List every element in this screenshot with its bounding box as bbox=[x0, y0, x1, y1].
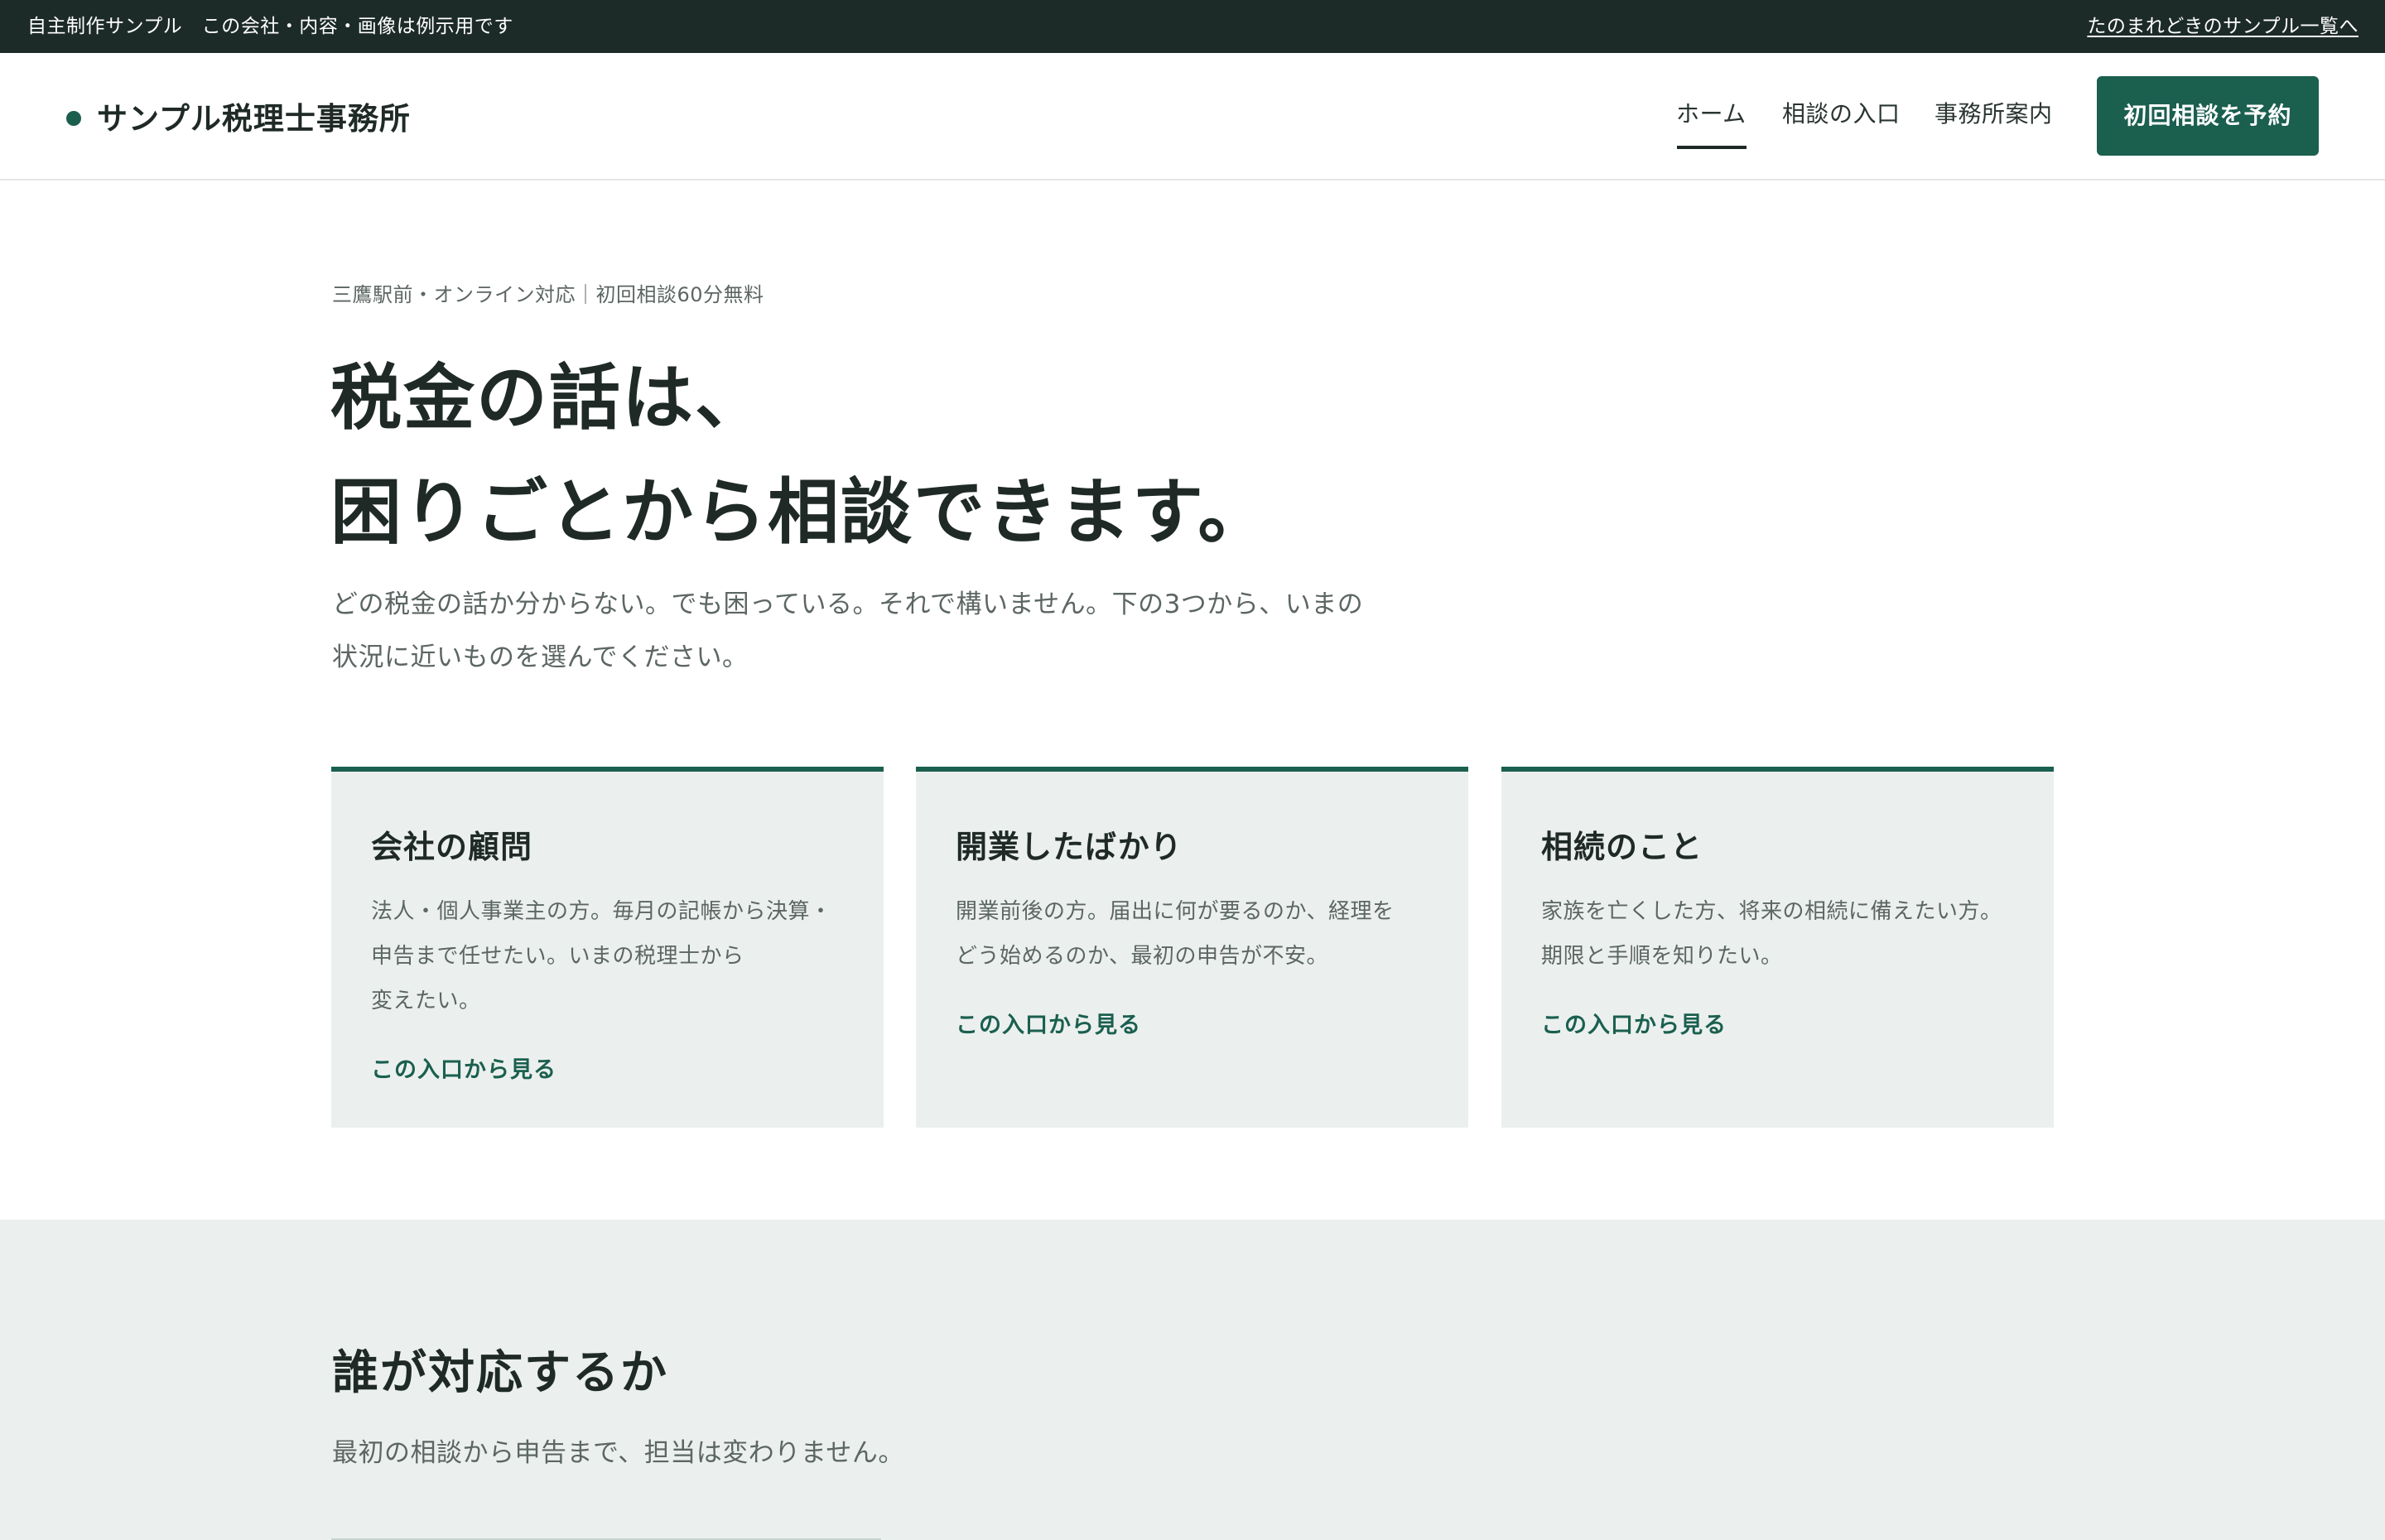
card-title: 開業したばかり bbox=[956, 829, 1183, 865]
sample-notice-bar: 自主制作サンプル この会社・内容・画像は例示用です たのまれどきのサンプル一覧へ bbox=[0, 0, 2385, 53]
sample-notice-text: 自主制作サンプル この会社・内容・画像は例示用です bbox=[27, 16, 513, 37]
card-description-line: 開業前後の方。届出に何が要るのか、経理を bbox=[956, 899, 1395, 924]
hero-title: 税金の話は、 困りごとから相談できます。 bbox=[330, 341, 1270, 570]
brand-logo[interactable]: サンプル税理士事務所 bbox=[66, 53, 411, 179]
card-description: 法人・個人事業主の方。毎月の記帳から決算・ 申告まで任せたい。いまの税理士から … bbox=[371, 889, 860, 1023]
hero-eyebrow: 三鷹駅前・オンライン対応｜初回相談60分無料 bbox=[332, 283, 764, 306]
brand-name: サンプル税理士事務所 bbox=[97, 101, 411, 137]
card-description-line: どう始めるのか、最初の申告が不安。 bbox=[956, 944, 1328, 969]
card-entry-link[interactable]: この入口から見る bbox=[956, 1007, 1141, 1039]
entry-card-new-business[interactable]: 開業したばかり 開業前後の方。届出に何が要るのか、経理を どう始めるのか、最初の… bbox=[916, 767, 1468, 1128]
hero-title-line-1: 税金の話は、 bbox=[330, 357, 768, 440]
book-consultation-button[interactable]: 初回相談を予約 bbox=[2097, 76, 2319, 156]
site-header: サンプル税理士事務所 ホーム 相談の入口 事務所案内 初回相談を予約 bbox=[0, 53, 2385, 180]
brand-dot-icon bbox=[66, 111, 81, 126]
sample-list-link[interactable]: たのまれどきのサンプル一覧へ bbox=[2087, 0, 2358, 53]
hero-lead-line-2: 状況に近いものを選んでください。 bbox=[332, 642, 749, 672]
card-entry-link[interactable]: この入口から見る bbox=[371, 1052, 556, 1084]
card-description-line: 申告まで任せたい。いまの税理士から bbox=[371, 944, 744, 969]
card-description-line: 期限と手順を知りたい。 bbox=[1541, 944, 1783, 969]
nav-active-indicator bbox=[1677, 146, 1747, 149]
nav-item-consultation-entry[interactable]: 相談の入口 bbox=[1782, 53, 1901, 176]
hero-title-line-2: 困りごとから相談できます。 bbox=[330, 471, 1271, 554]
card-title: 会社の顧問 bbox=[371, 829, 533, 865]
card-description: 開業前後の方。届出に何が要るのか、経理を どう始めるのか、最初の申告が不安。 bbox=[956, 889, 1444, 979]
card-description: 家族を亡くした方、将来の相続に備えたい方。 期限と手順を知りたい。 bbox=[1541, 889, 2030, 979]
nav-item-home[interactable]: ホーム bbox=[1676, 53, 1747, 176]
staff-section: 誰が対応するか 最初の相談から申告まで、担当は変わりません。 bbox=[0, 1220, 2385, 1540]
section-title: 誰が対応するか bbox=[332, 1346, 668, 1400]
card-description-line: 変えたい。 bbox=[371, 989, 481, 1013]
card-description-line: 法人・個人事業主の方。毎月の記帳から決算・ bbox=[371, 899, 832, 924]
section-lead: 最初の相談から申告まで、担当は変わりません。 bbox=[332, 1438, 904, 1468]
card-entry-link[interactable]: この入口から見る bbox=[1541, 1007, 1727, 1039]
nav-item-office-info[interactable]: 事務所案内 bbox=[1934, 53, 2053, 176]
entry-card-inheritance[interactable]: 相続のこと 家族を亡くした方、将来の相続に備えたい方。 期限と手順を知りたい。 … bbox=[1501, 767, 2054, 1128]
entry-card-company-advisor[interactable]: 会社の顧問 法人・個人事業主の方。毎月の記帳から決算・ 申告まで任せたい。いまの… bbox=[331, 767, 884, 1128]
hero-lead-line-1: どの税金の話か分からない。でも困っている。それで構いません。下の3つから、いまの bbox=[332, 590, 1364, 619]
hero-lead: どの税金の話か分からない。でも困っている。それで構いません。下の3つから、いまの… bbox=[332, 578, 1409, 684]
card-description-line: 家族を亡くした方、将来の相続に備えたい方。 bbox=[1541, 899, 2002, 924]
card-title: 相続のこと bbox=[1541, 829, 1703, 865]
